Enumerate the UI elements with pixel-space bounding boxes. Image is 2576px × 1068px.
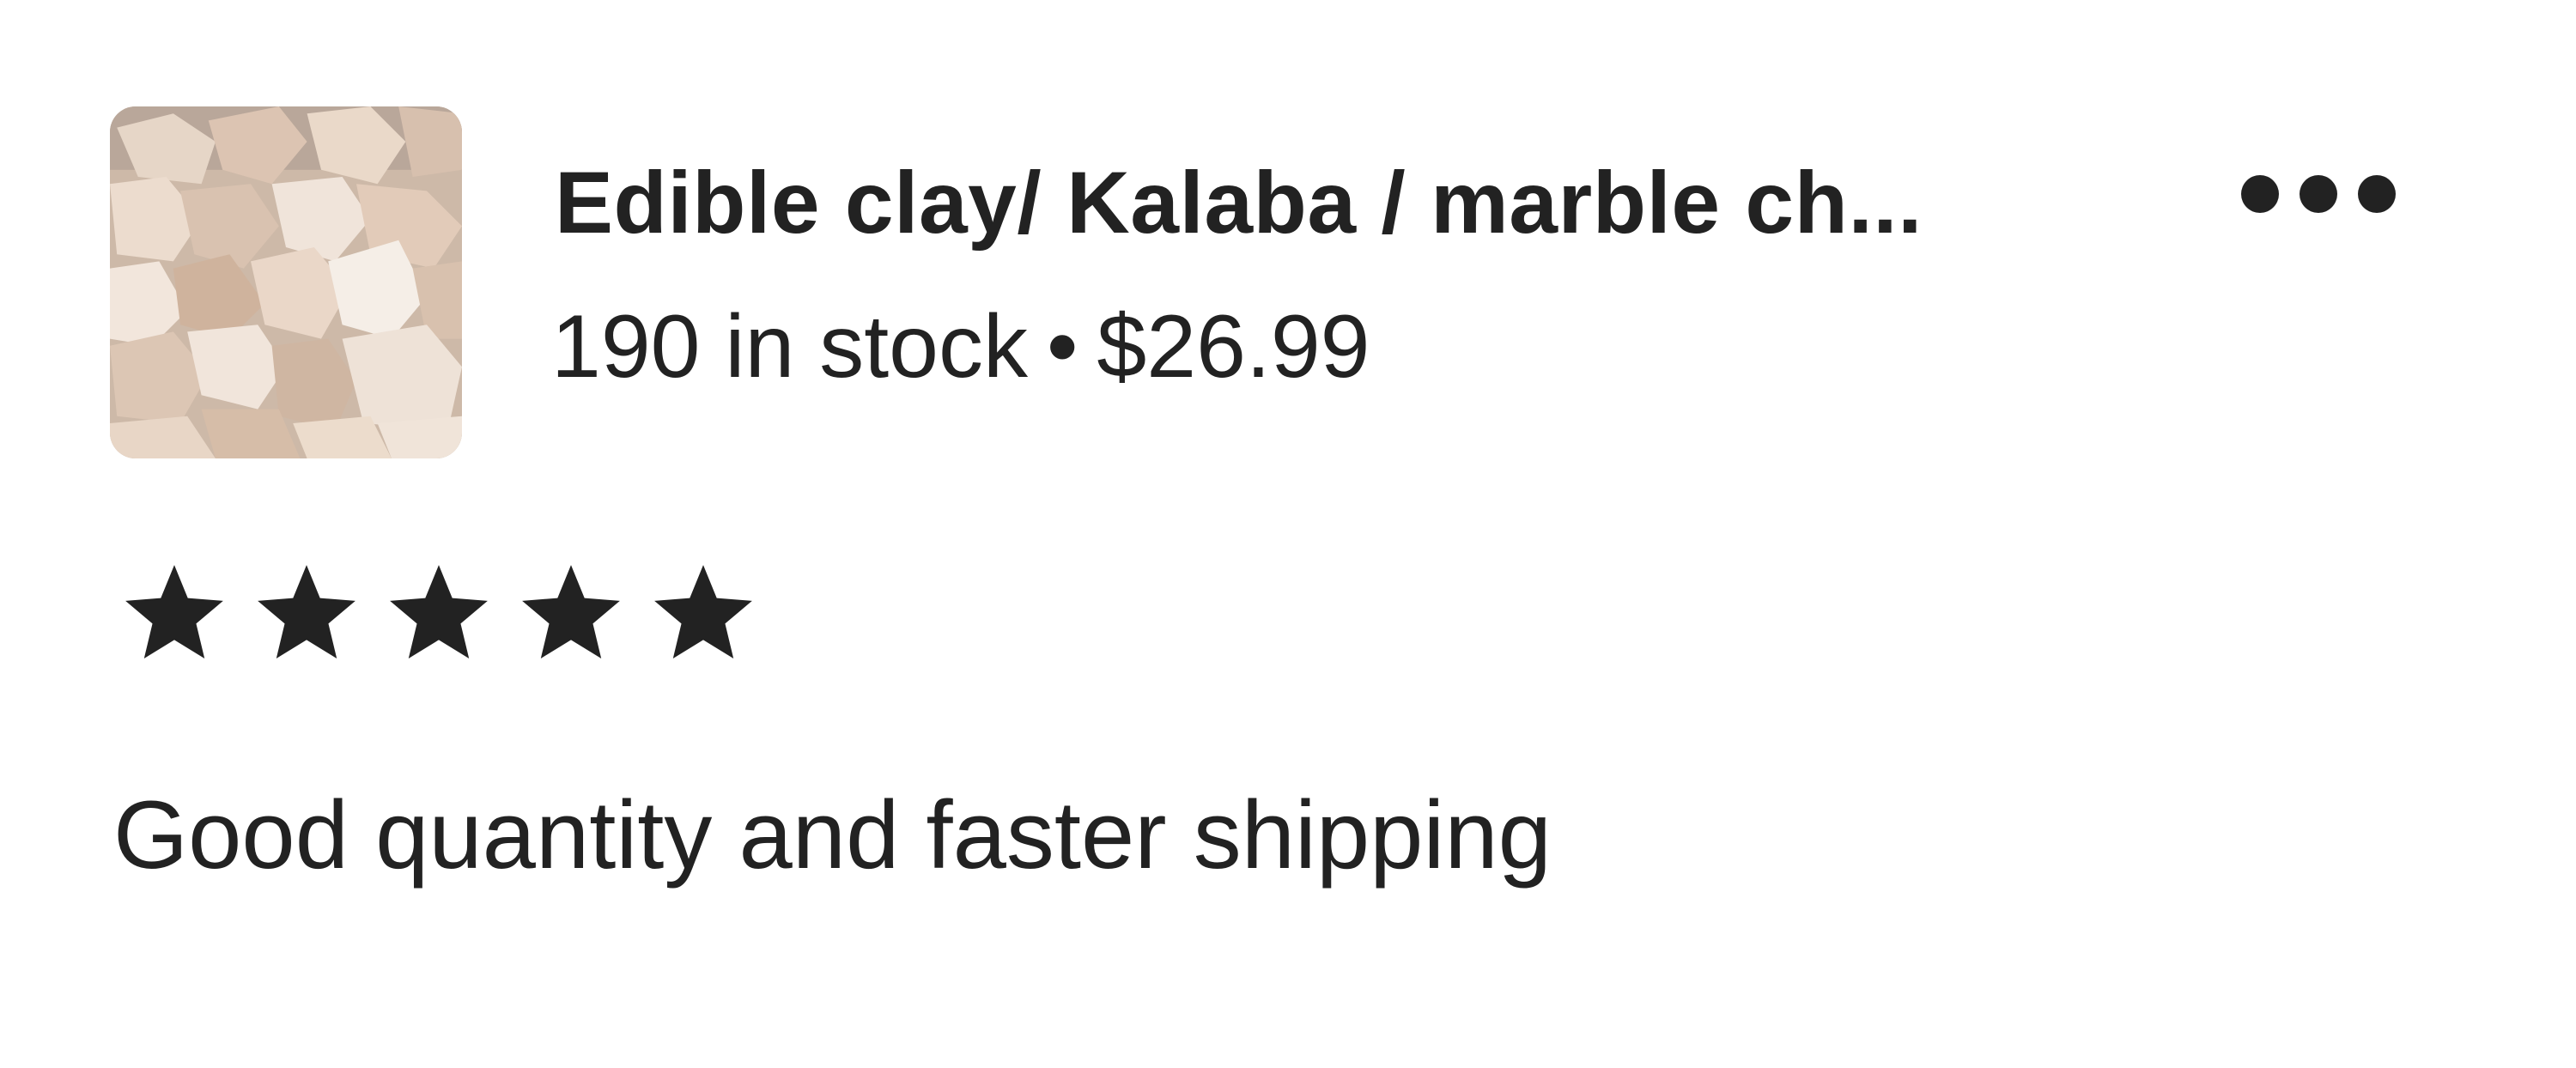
star-filled-icon xyxy=(383,558,495,670)
meta-separator: • xyxy=(1047,297,1078,397)
product-thumbnail[interactable] xyxy=(110,106,462,458)
listing-price: $26.99 xyxy=(1097,297,1370,397)
review-text: Good quantity and faster shipping xyxy=(113,781,1552,889)
listing-title[interactable]: Edible clay/ Kalaba / marble ch... xyxy=(555,159,1923,246)
star-filled-icon xyxy=(251,558,362,670)
star-filled-icon xyxy=(647,558,759,670)
listing-meta: 190 in stock • $26.99 xyxy=(551,302,1370,391)
star-rating xyxy=(118,558,759,670)
star-filled-icon xyxy=(118,558,230,670)
stock-count: 190 in stock xyxy=(551,297,1028,397)
product-image xyxy=(110,106,462,458)
more-options-button[interactable] xyxy=(2233,163,2404,223)
more-options-icon xyxy=(2241,175,2279,213)
review-card: Edible clay/ Kalaba / marble ch... 190 i… xyxy=(0,0,2576,1068)
more-options-icon xyxy=(2358,175,2396,213)
star-filled-icon xyxy=(515,558,627,670)
more-options-icon xyxy=(2300,175,2337,213)
